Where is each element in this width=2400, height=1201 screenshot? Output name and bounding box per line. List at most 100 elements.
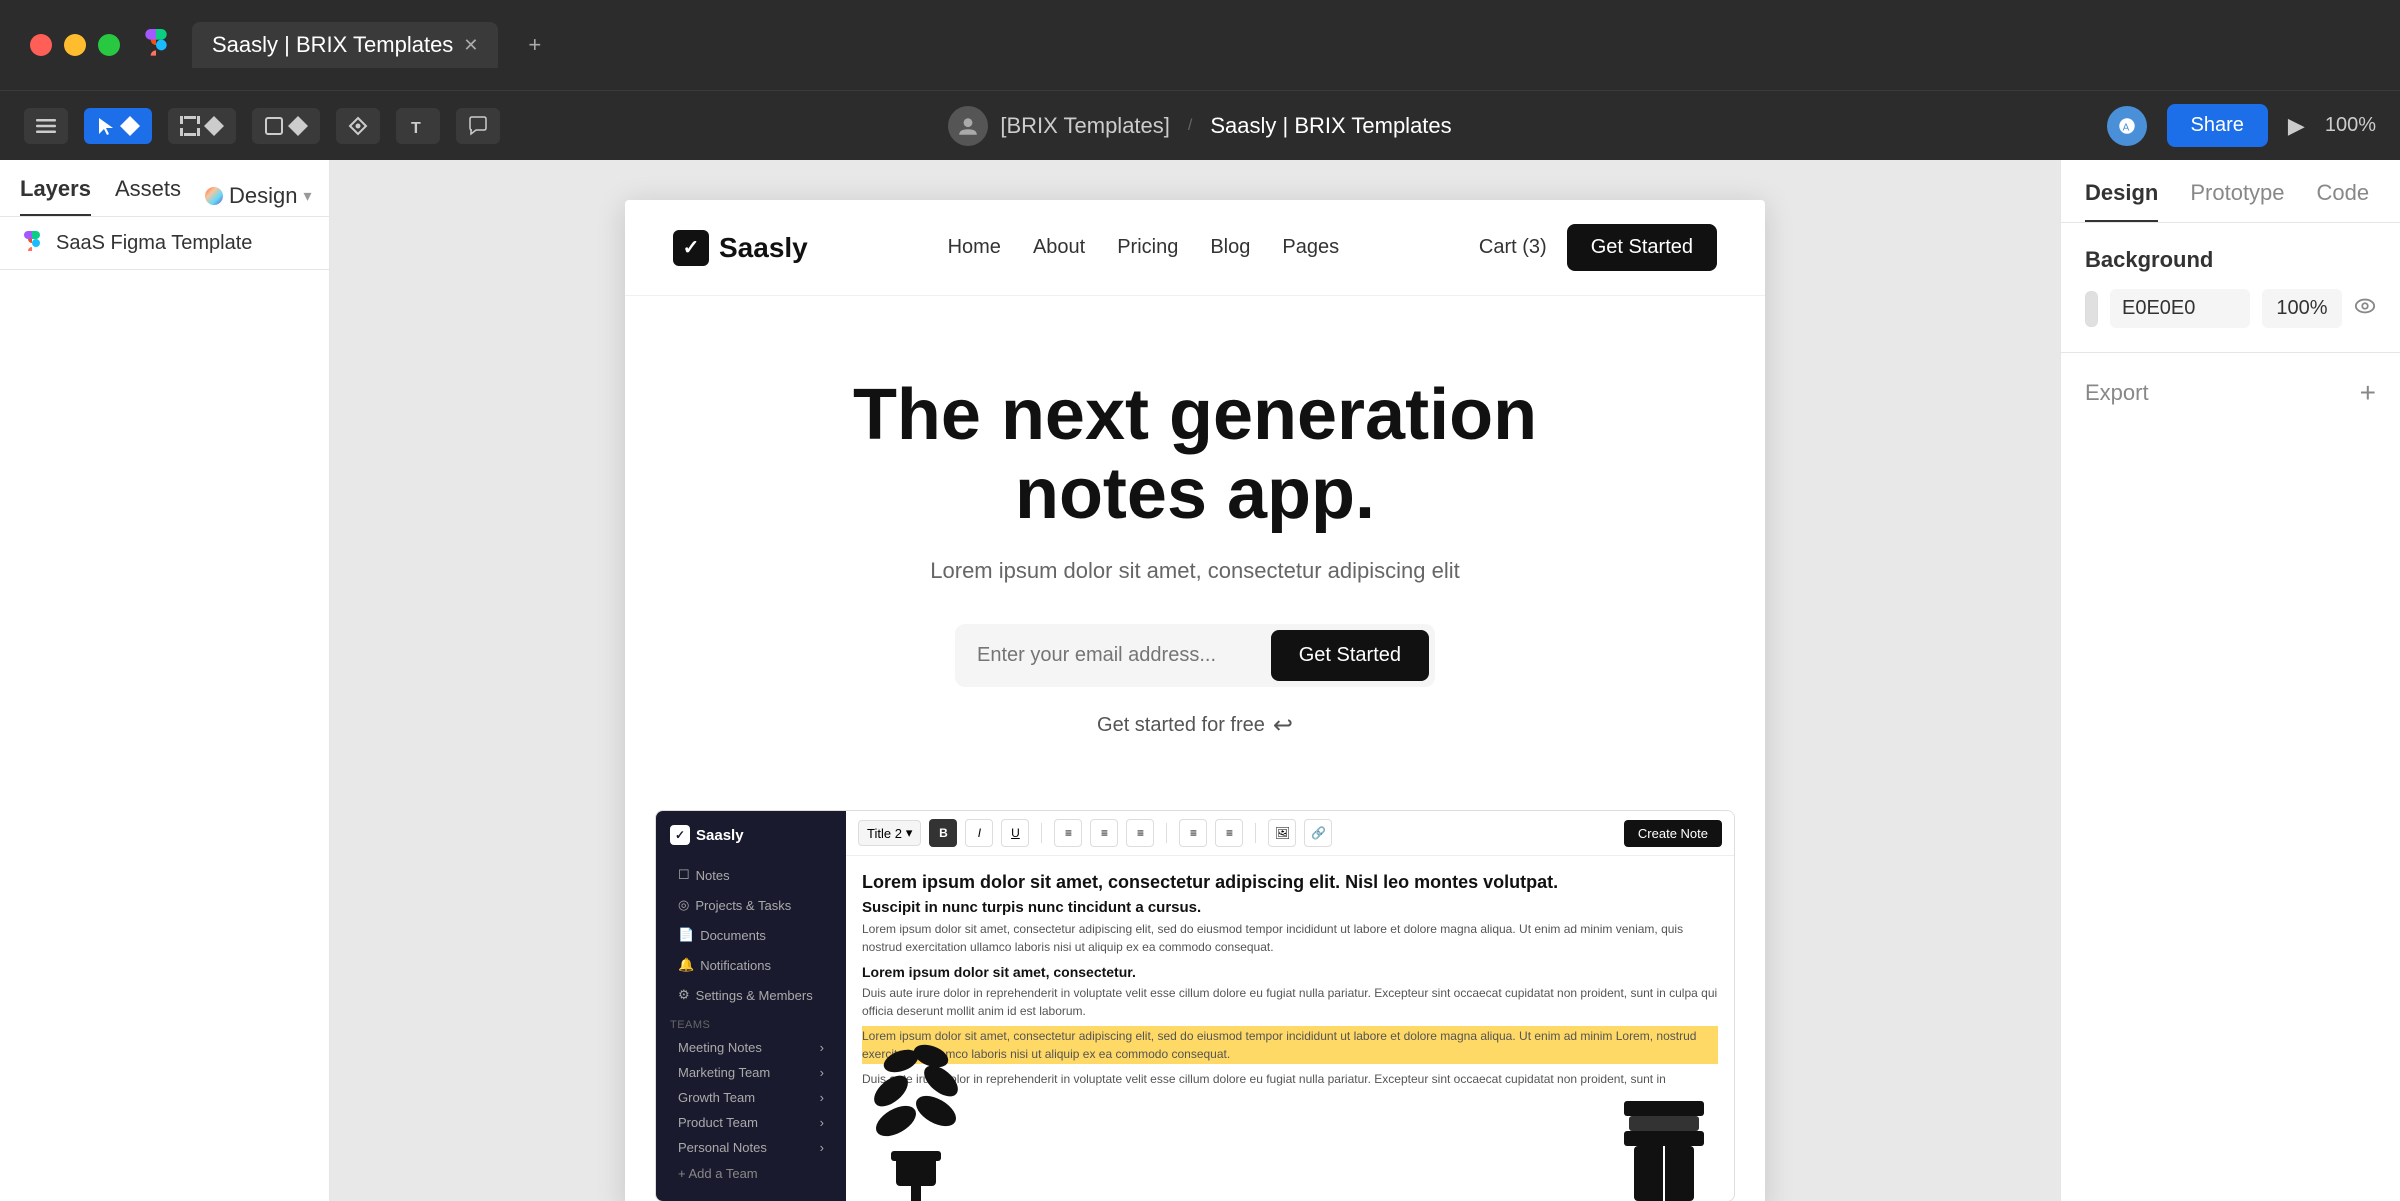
pen-tool-button[interactable]	[336, 108, 380, 144]
background-label: Background	[2085, 247, 2376, 273]
hero-cta-form: Get Started	[955, 624, 1435, 687]
image-button[interactable]: 🖼	[1268, 819, 1296, 847]
right-tab-code[interactable]: Code	[2317, 180, 2370, 222]
export-add-button[interactable]: +	[2360, 377, 2376, 409]
sidebar-item-settings[interactable]: ⚙ Settings & Members	[670, 981, 832, 1009]
figma-toolbar: T [BRIX Templates] / Saasly | BRIX Templ…	[0, 90, 2400, 160]
text-tool-button[interactable]: T	[396, 108, 440, 144]
sidebar-item-notes[interactable]: ☐ Notes	[670, 861, 832, 889]
sidebar-item-docs[interactable]: 📄 Documents	[670, 921, 832, 949]
nav-about[interactable]: About	[1033, 236, 1085, 259]
browser-tab[interactable]: Saasly | BRIX Templates ✕	[192, 22, 498, 68]
tab-assets[interactable]: Assets	[115, 176, 181, 216]
hex-color-input[interactable]	[2110, 289, 2250, 328]
title-style-select[interactable]: Title 2 ▾	[858, 820, 921, 846]
user-avatar[interactable]: A	[2107, 106, 2147, 146]
align-right-button[interactable]: ≡	[1126, 819, 1154, 847]
hero-cta-button[interactable]: Get Started	[1271, 630, 1429, 681]
hero-title: The next generation notes app.	[673, 376, 1717, 534]
panel-divider	[0, 269, 329, 270]
add-team-button[interactable]: + Add a Team	[670, 1160, 832, 1187]
app-main-content: Title 2 ▾ B I U ≡ ≡ ≡ ≡ ≡	[846, 811, 1734, 1201]
books-decoration	[1614, 1081, 1714, 1201]
nav-home[interactable]: Home	[948, 236, 1001, 259]
right-tab-prototype[interactable]: Prototype	[2190, 180, 2284, 222]
site-logo-check-icon: ✓	[673, 230, 709, 266]
tab-close-icon[interactable]: ✕	[463, 35, 478, 56]
user-profile-icon[interactable]	[948, 106, 988, 146]
nav-pricing[interactable]: Pricing	[1117, 236, 1178, 259]
create-note-button[interactable]: Create Note	[1624, 820, 1722, 847]
site-logo: ✓ Saasly	[673, 230, 808, 266]
artboard: ✓ Saasly Home About Pricing Blog Pages C…	[625, 200, 1765, 1201]
nav-pages[interactable]: Pages	[1282, 236, 1339, 259]
nav-blog[interactable]: Blog	[1210, 236, 1250, 259]
menu-button[interactable]	[24, 108, 68, 144]
bold-button[interactable]: B	[929, 819, 957, 847]
toolbar-left: T	[24, 108, 612, 144]
app-sidebar-check-icon: ✓	[670, 825, 690, 845]
sidebar-item-projects[interactable]: ◎ Projects & Tasks	[670, 891, 832, 919]
minimize-button[interactable]	[64, 34, 86, 56]
list-button[interactable]: ≡	[1179, 819, 1207, 847]
align-left-button[interactable]: ≡	[1054, 819, 1082, 847]
fullscreen-button[interactable]	[98, 34, 120, 56]
figma-logo-icon	[140, 29, 172, 61]
visibility-toggle-icon[interactable]	[2354, 295, 2376, 323]
shape-tool-button[interactable]	[252, 108, 320, 144]
site-nav: ✓ Saasly Home About Pricing Blog Pages C…	[625, 200, 1765, 296]
app-sidebar-logo-text: Saasly	[696, 827, 744, 844]
main-layout: Layers Assets Design ▾ SaaS Figma Templa…	[0, 160, 2400, 1201]
team-marketing[interactable]: Marketing Team›	[670, 1060, 832, 1085]
frame-tool-button[interactable]	[168, 108, 236, 144]
layer-item-saas[interactable]: SaaS Figma Template	[0, 217, 329, 269]
share-button[interactable]: Share	[2167, 104, 2268, 147]
comment-tool-button[interactable]	[456, 108, 500, 144]
svg-text:A: A	[2122, 122, 2129, 133]
right-tab-design[interactable]: Design	[2085, 180, 2158, 222]
note-subtitle: Suscipit in nunc turpis nunc tincidunt a…	[862, 899, 1718, 916]
plant-decoration	[856, 1001, 976, 1201]
hero-section: The next generation notes app. Lorem ips…	[625, 296, 1765, 800]
note-para-3: Lorem ipsum dolor sit amet, consectetur …	[862, 1026, 1718, 1064]
new-tab-button[interactable]: +	[528, 32, 541, 58]
color-swatch[interactable]	[2085, 291, 2098, 327]
move-tool-button[interactable]	[84, 108, 152, 144]
underline-button[interactable]: U	[1001, 819, 1029, 847]
nav-get-started-button[interactable]: Get Started	[1567, 224, 1717, 271]
team-product[interactable]: Product Team›	[670, 1110, 832, 1135]
notifications-icon: 🔔	[678, 957, 694, 973]
tab-design[interactable]: Design ▾	[205, 176, 312, 216]
play-button[interactable]: ▶	[2288, 113, 2305, 139]
align-center-button[interactable]: ≡	[1090, 819, 1118, 847]
email-input[interactable]	[961, 630, 1271, 681]
team-meeting-notes[interactable]: Meeting Notes›	[670, 1035, 832, 1060]
breadcrumb-page[interactable]: Saasly | BRIX Templates	[1210, 113, 1451, 139]
sidebar-item-notifications[interactable]: 🔔 Notifications	[670, 951, 832, 979]
right-panel-tabs: Design Prototype Code	[2061, 160, 2400, 223]
left-panel: Layers Assets Design ▾ SaaS Figma Templa…	[0, 160, 330, 1201]
team-growth[interactable]: Growth Team›	[670, 1085, 832, 1110]
export-label: Export	[2085, 380, 2149, 406]
tab-layers[interactable]: Layers	[20, 176, 91, 216]
close-button[interactable]	[30, 34, 52, 56]
layer-item-label: SaaS Figma Template	[56, 232, 252, 255]
tab-title: Saasly | BRIX Templates	[212, 32, 453, 58]
toolbar-divider-1	[1041, 823, 1042, 843]
hero-free-text: Get started for free ↩	[673, 711, 1717, 740]
link-button[interactable]: 🔗	[1304, 819, 1332, 847]
toolbar-center: [BRIX Templates] / Saasly | BRIX Templat…	[612, 106, 1788, 146]
note-main-title: Lorem ipsum dolor sit amet, consectetur …	[862, 872, 1718, 893]
breadcrumb-separator: /	[1188, 117, 1192, 135]
team-personal[interactable]: Personal Notes›	[670, 1135, 832, 1160]
teams-section-label: TEAMS	[670, 1019, 832, 1031]
svg-text:T: T	[411, 120, 421, 136]
projects-icon: ◎	[678, 897, 689, 913]
ordered-list-button[interactable]: ≡	[1215, 819, 1243, 847]
italic-button[interactable]: I	[965, 819, 993, 847]
canvas-area[interactable]: ✓ Saasly Home About Pricing Blog Pages C…	[330, 160, 2060, 1201]
zoom-level[interactable]: 100%	[2325, 114, 2376, 137]
opacity-input[interactable]	[2262, 289, 2342, 328]
background-section: Background	[2061, 223, 2400, 353]
cart-link[interactable]: Cart (3)	[1479, 236, 1547, 259]
